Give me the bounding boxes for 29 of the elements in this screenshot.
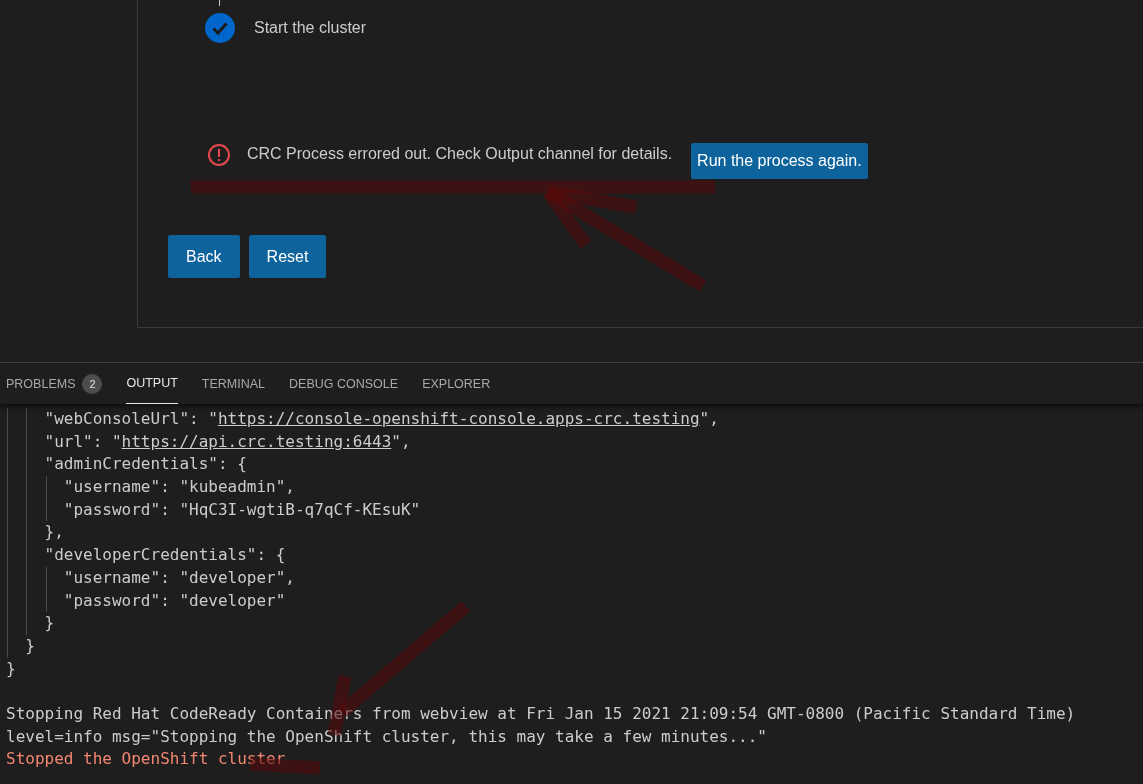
panel-tab[interactable]: TERMINAL xyxy=(201,363,266,404)
output-line: level=info msg="Stopping the OpenShift cluster, this may take a few minutes..." xyxy=(6,726,767,746)
output-line: "username": "developer", xyxy=(62,567,295,587)
output-link[interactable]: https://api.crc.testing:6443 xyxy=(121,431,392,451)
error-icon xyxy=(207,143,231,167)
panel-tab[interactable]: PROBLEMS 2 xyxy=(6,363,103,404)
output-line: "adminCredentials": { xyxy=(43,454,247,474)
output-link[interactable]: https://console-openshift-console.apps-crc.testing xyxy=(217,409,700,428)
output-line: "password": "HqC3I-wgtiB-q7qCf-KEsuK" xyxy=(62,499,421,519)
output-line: "password": "developer" xyxy=(62,590,286,610)
output-line: "webConsoleUrl": "https://console-openshift-console.apps-crc.testing", xyxy=(43,409,719,428)
step-label: Start the cluster xyxy=(254,19,367,37)
output-line: }, xyxy=(43,522,64,542)
panel-tab[interactable]: EXPLORER xyxy=(422,363,491,404)
output-line: "url": "https://api.crc.testing:6443", xyxy=(43,431,411,451)
nav-button[interactable]: Back xyxy=(168,235,240,278)
output-line: Stopped the OpenShift cluster xyxy=(6,749,286,769)
nav-button[interactable]: Reset xyxy=(248,235,327,278)
output-line: Stopping Red Hat CodeReady Containers from webview at Fri Jan 15 2021 21:09:54 GMT-0800 (Pacific Standard Time) xyxy=(6,703,1076,723)
panel-tab[interactable]: DEBUG CONSOLE xyxy=(289,363,399,404)
error-message: CRC Process errored out. Check Output channel for details. xyxy=(247,145,673,163)
panel-tab[interactable]: OUTPUT xyxy=(126,363,178,404)
output-line: } xyxy=(43,613,55,633)
output-line: } xyxy=(6,658,16,678)
count-badge: 2 xyxy=(82,373,103,394)
output-line: } xyxy=(24,635,35,655)
run-again-button[interactable]: Run the process again. xyxy=(691,143,868,179)
output-line: "developerCredentials": { xyxy=(43,545,286,565)
output-line: "username": "kubeadmin", xyxy=(62,477,295,497)
